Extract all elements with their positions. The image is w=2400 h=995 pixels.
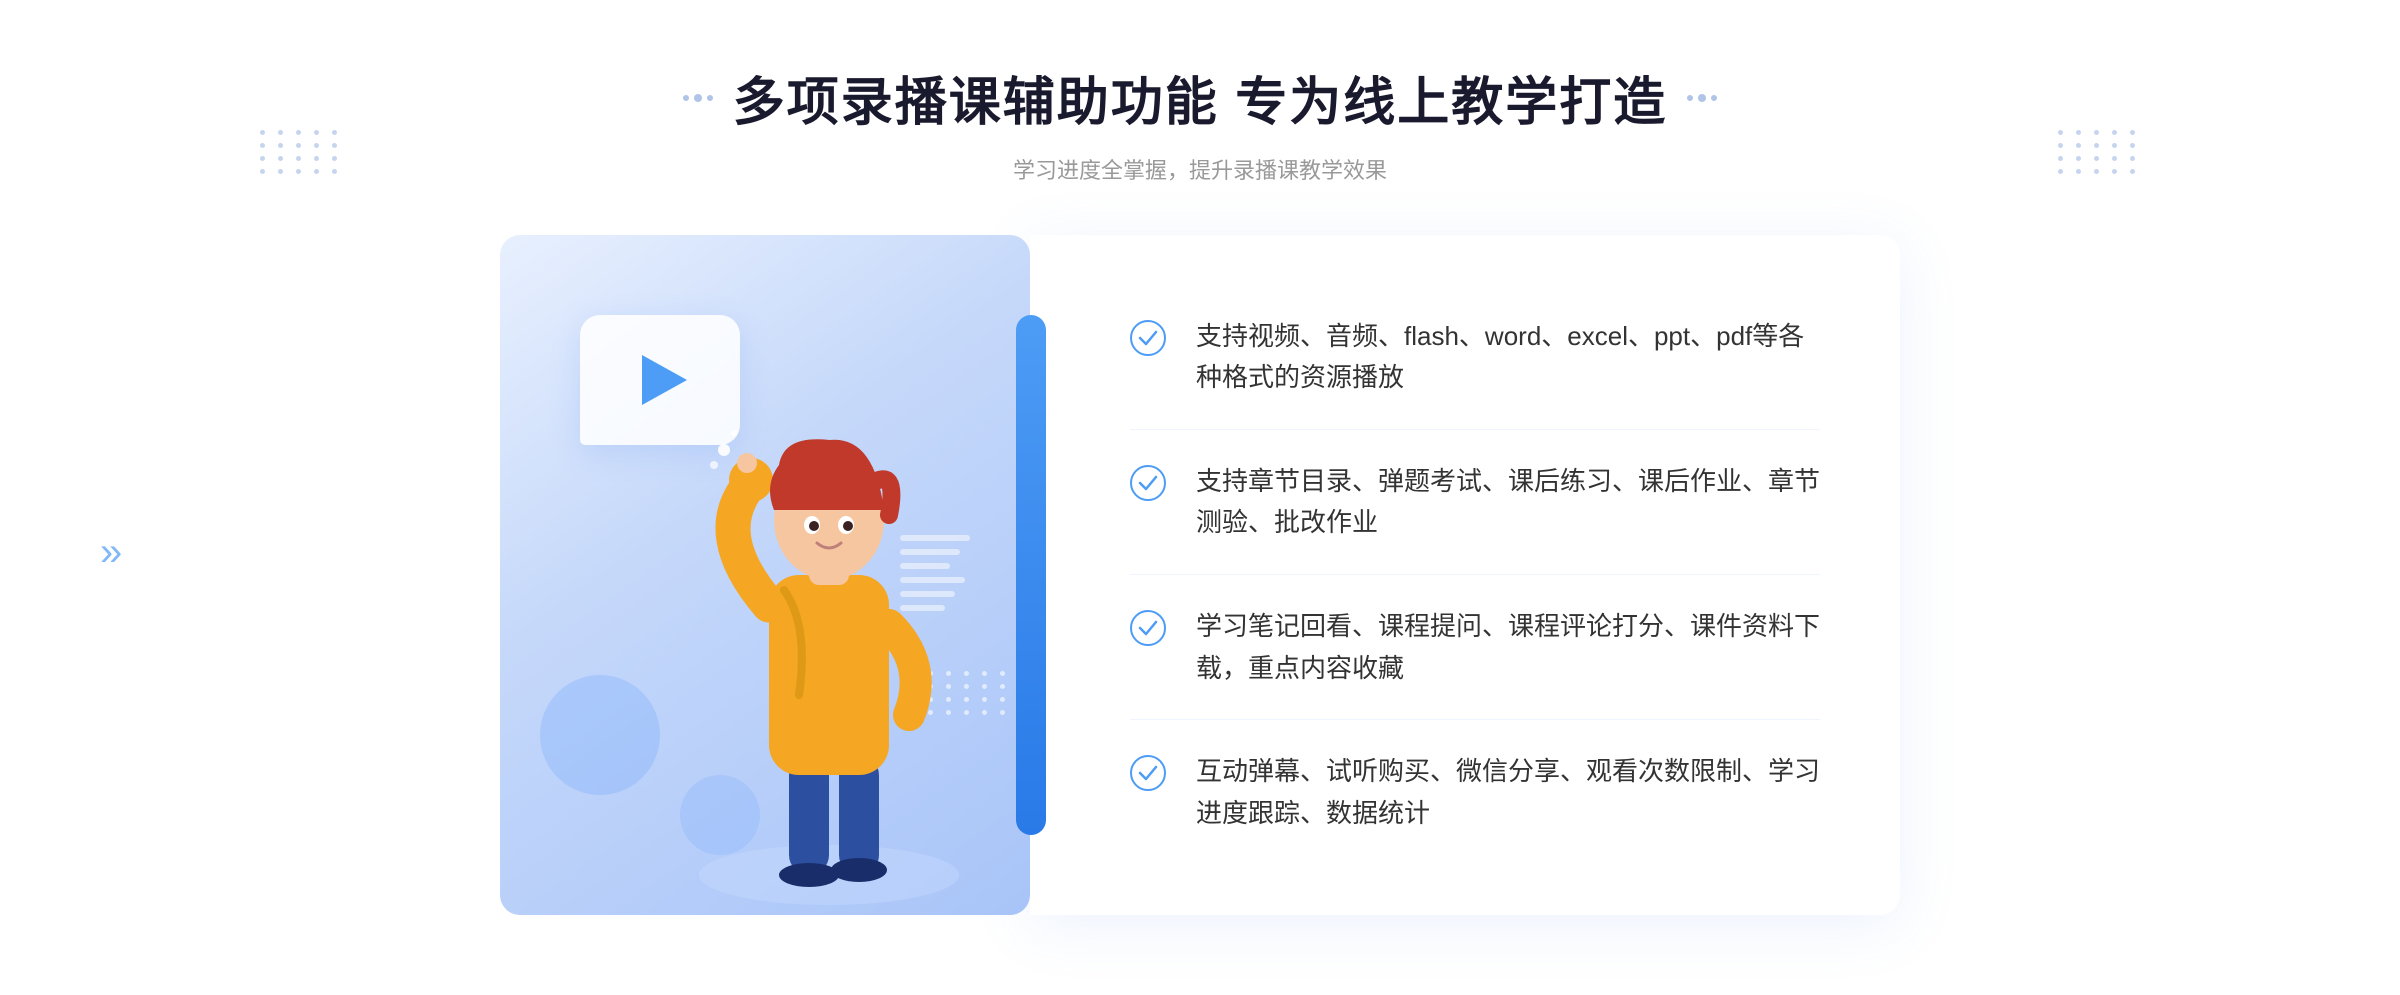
deco-circle-1 xyxy=(540,675,660,795)
page-wrapper: » 多项录播课辅助功能 专为线上教学打造 学习进度全掌握，提升录播课教学效果 xyxy=(0,0,2400,995)
header-decorators: 多项录播课辅助功能 专为线上教学打造 xyxy=(683,60,1717,135)
content-section: 支持视频、音频、flash、word、excel、ppt、pdf等各种格式的资源… xyxy=(500,235,1900,915)
character-illustration xyxy=(669,355,989,915)
feature-item-1: 支持视频、音频、flash、word、excel、ppt、pdf等各种格式的资源… xyxy=(1130,286,1820,430)
dot-decoration-top-right xyxy=(2058,130,2140,174)
feature-text-2: 支持章节目录、弹题考试、课后练习、课后作业、章节测验、批改作业 xyxy=(1196,461,1820,544)
features-panel: 支持视频、音频、flash、word、excel、ppt、pdf等各种格式的资源… xyxy=(1030,235,1900,915)
check-icon-1 xyxy=(1130,320,1166,356)
check-icon-3 xyxy=(1130,610,1166,646)
check-icon-2 xyxy=(1130,465,1166,501)
sub-title: 学习进度全掌握，提升录播课教学效果 xyxy=(683,153,1717,185)
main-title: 多项录播课辅助功能 专为线上教学打造 xyxy=(733,60,1667,135)
header-section: 多项录播课辅助功能 专为线上教学打造 学习进度全掌握，提升录播课教学效果 xyxy=(683,60,1717,185)
decorator-dots-right xyxy=(1687,94,1717,102)
dot-decoration-top-left xyxy=(260,130,342,174)
feature-text-1: 支持视频、音频、flash、word、excel、ppt、pdf等各种格式的资源… xyxy=(1196,316,1820,399)
feature-item-3: 学习笔记回看、课程提问、课程评论打分、课件资料下载，重点内容收藏 xyxy=(1130,576,1820,720)
feature-item-4: 互动弹幕、试听购买、微信分享、观看次数限制、学习进度跟踪、数据统计 xyxy=(1130,721,1820,864)
check-icon-4 xyxy=(1130,755,1166,791)
illustration-wrapper xyxy=(500,235,1030,915)
decorator-dots-left xyxy=(683,94,713,102)
feature-text-3: 学习笔记回看、课程提问、课程评论打分、课件资料下载，重点内容收藏 xyxy=(1196,606,1820,689)
feature-item-2: 支持章节目录、弹题考试、课后练习、课后作业、章节测验、批改作业 xyxy=(1130,431,1820,575)
feature-text-4: 互动弹幕、试听购买、微信分享、观看次数限制、学习进度跟踪、数据统计 xyxy=(1196,751,1820,834)
arrow-decoration-left: » xyxy=(100,530,122,575)
